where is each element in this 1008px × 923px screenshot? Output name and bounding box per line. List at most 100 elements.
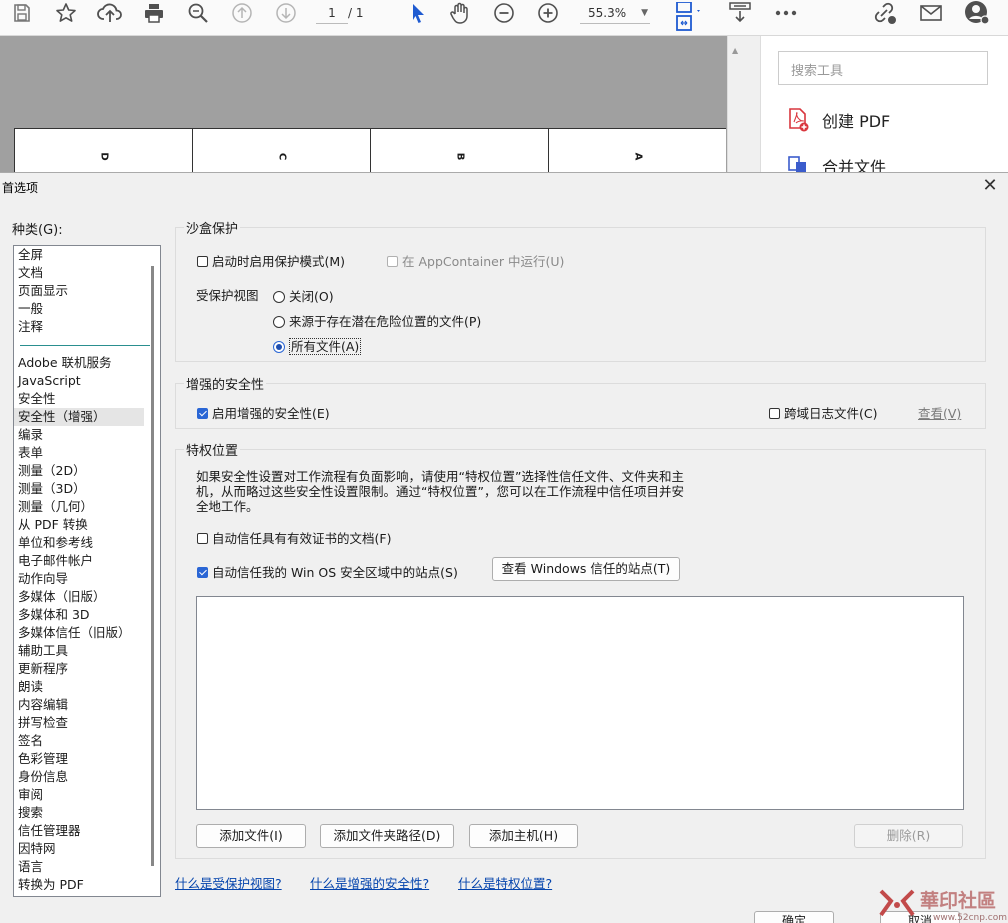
document-canvas[interactable]: D C B A <box>0 36 727 172</box>
add-folder-button[interactable]: 添加文件夹路径(D) <box>320 824 454 848</box>
radio-off-label: 关闭(O) <box>289 289 334 304</box>
close-icon[interactable]: ✕ <box>980 176 1000 196</box>
checkbox-box <box>769 408 780 419</box>
document-scrollbar[interactable]: ▲ <box>727 36 745 172</box>
category-item[interactable]: 色彩管理 <box>14 750 144 768</box>
category-item[interactable]: 安全性 <box>14 390 144 408</box>
zoom-search-icon[interactable] <box>184 0 212 26</box>
radio-circle-selected <box>273 341 285 353</box>
dialog-title: 首选项 <box>2 181 39 195</box>
arrow-up-icon[interactable] <box>228 0 256 26</box>
fit-page-icon[interactable] <box>670 0 706 34</box>
radio-off[interactable]: 关闭(O) <box>273 286 334 305</box>
save-icon[interactable] <box>8 0 36 26</box>
category-item[interactable]: 签名 <box>14 732 144 750</box>
add-file-button[interactable]: 添加文件(I) <box>196 824 306 848</box>
arrow-down-icon[interactable] <box>272 0 300 26</box>
watermark-url: www.52cnp.com <box>933 913 1008 923</box>
zoom-select[interactable]: 55.3% ▼ <box>580 2 650 24</box>
category-item[interactable]: 搜索 <box>14 804 144 822</box>
tool-create-pdf[interactable]: 创建 PDF <box>788 108 890 132</box>
radio-all-files[interactable]: 所有文件(A) <box>273 336 362 355</box>
category-item[interactable]: 内容编辑 <box>14 696 144 714</box>
category-item[interactable]: 测量（2D） <box>14 462 144 480</box>
ok-button[interactable]: 确定 <box>754 911 834 923</box>
create-pdf-icon <box>788 108 810 132</box>
privileged-locations-title: 特权位置 <box>184 440 241 459</box>
category-item[interactable]: 动作向导 <box>14 570 144 588</box>
category-item[interactable]: 辅助工具 <box>14 642 144 660</box>
select-pointer-icon[interactable] <box>404 0 432 26</box>
category-item[interactable]: 多媒体和 3D <box>14 606 144 624</box>
category-item[interactable]: 因特网 <box>14 840 144 858</box>
protected-mode-label: 启动时启用保护模式(M) <box>212 254 346 269</box>
category-item[interactable]: 语言 <box>14 858 144 876</box>
page-number-input[interactable]: 1 <box>316 2 348 24</box>
category-item[interactable]: 注释 <box>14 318 144 336</box>
privileged-locations-list[interactable] <box>196 596 964 810</box>
zoom-value: 55.3% <box>588 6 627 20</box>
print-icon[interactable] <box>140 0 168 26</box>
category-item[interactable]: 朗读 <box>14 678 144 696</box>
radio-unsafe-locations[interactable]: 来源于存在潜在危险位置的文件(P) <box>273 311 481 330</box>
help-link-protected-view[interactable]: 什么是受保护视图? <box>175 873 282 892</box>
view-windows-trusted-button[interactable]: 查看 Windows 信任的站点(T) <box>492 557 680 581</box>
category-item[interactable]: JavaScript <box>14 372 144 390</box>
protected-mode-checkbox[interactable]: 启动时启用保护模式(M) <box>197 251 345 270</box>
scroll-up-icon[interactable]: ▲ <box>732 46 738 55</box>
enable-enhanced-label: 启用增强的安全性(E) <box>212 406 330 421</box>
category-item[interactable]: 拼写检查 <box>14 714 144 732</box>
category-item[interactable]: Adobe 联机服务 <box>14 354 144 372</box>
category-item[interactable]: 编录 <box>14 426 144 444</box>
trust-os-zone-label: 自动信任我的 Win OS 安全区域中的站点(S) <box>212 565 458 580</box>
category-item[interactable]: 多媒体信任（旧版） <box>14 624 144 642</box>
category-item[interactable]: 身份信息 <box>14 768 144 786</box>
category-item[interactable]: 单位和参考线 <box>14 534 144 552</box>
category-item[interactable]: 全屏 <box>14 246 144 264</box>
category-item[interactable]: 表单 <box>14 444 144 462</box>
trust-certified-checkbox[interactable]: 自动信任具有有效证书的文档(F) <box>197 528 391 547</box>
category-item[interactable]: 多媒体（旧版） <box>14 588 144 606</box>
tools-search-input[interactable]: 搜索工具 <box>778 51 988 85</box>
hand-icon[interactable] <box>446 0 474 26</box>
category-item[interactable]: 测量（3D） <box>14 480 144 498</box>
category-item[interactable]: 文档 <box>14 264 144 282</box>
doc-column: B <box>370 129 548 172</box>
category-item-selected[interactable]: 安全性（增强） <box>14 408 144 426</box>
category-item[interactable]: 测量（几何） <box>14 498 144 516</box>
zoom-out-icon[interactable] <box>490 0 518 26</box>
doc-column: D <box>14 129 192 172</box>
category-item[interactable]: 转换为 PDF <box>14 876 144 894</box>
add-host-button[interactable]: 添加主机(H) <box>469 824 578 848</box>
zoom-in-icon[interactable] <box>534 0 562 26</box>
category-scrollbar[interactable] <box>151 266 154 866</box>
enable-enhanced-checkbox[interactable]: 启用增强的安全性(E) <box>197 403 330 422</box>
preferences-dialog: 首选项 ✕ 种类(G): 全屏 文档 页面显示 一般 注释 Adobe 联机服务 Java… <box>0 172 1008 923</box>
scroll-mode-icon[interactable] <box>726 0 754 26</box>
upload-icon[interactable] <box>96 0 124 26</box>
mail-icon[interactable] <box>916 0 946 26</box>
document-page: D C B A <box>14 128 726 172</box>
category-item[interactable]: 电子邮件帐户 <box>14 552 144 570</box>
star-icon[interactable] <box>52 0 80 26</box>
enhanced-security-title: 增强的安全性 <box>184 374 267 393</box>
sandbox-group-title: 沙盒保护 <box>184 218 241 237</box>
category-item[interactable]: 一般 <box>14 300 144 318</box>
crossdomain-log-checkbox[interactable]: 跨域日志文件(C) <box>769 403 877 422</box>
help-link-privileged-locations[interactable]: 什么是特权位置? <box>458 873 552 892</box>
category-item[interactable]: 审阅 <box>14 786 144 804</box>
account-icon[interactable] <box>962 0 992 26</box>
category-item[interactable]: 从 PDF 转换 <box>14 516 144 534</box>
help-link-enhanced-security[interactable]: 什么是增强的安全性? <box>310 873 429 892</box>
delete-button[interactable]: 删除(R) <box>854 824 963 848</box>
view-log-link[interactable]: 查看(V) <box>918 403 961 422</box>
category-item[interactable]: 更新程序 <box>14 660 144 678</box>
doc-column-label: B <box>454 152 465 161</box>
more-icon[interactable] <box>772 0 800 26</box>
category-list[interactable]: 全屏 文档 页面显示 一般 注释 Adobe 联机服务 JavaScript 安全性 安全性（… <box>13 245 161 897</box>
checkbox-box <box>387 256 398 267</box>
category-item[interactable]: 页面显示 <box>14 282 144 300</box>
category-item[interactable]: 信任管理器 <box>14 822 144 840</box>
trust-os-zone-checkbox[interactable]: 自动信任我的 Win OS 安全区域中的站点(S) <box>197 562 458 581</box>
link-icon[interactable] <box>870 0 900 26</box>
